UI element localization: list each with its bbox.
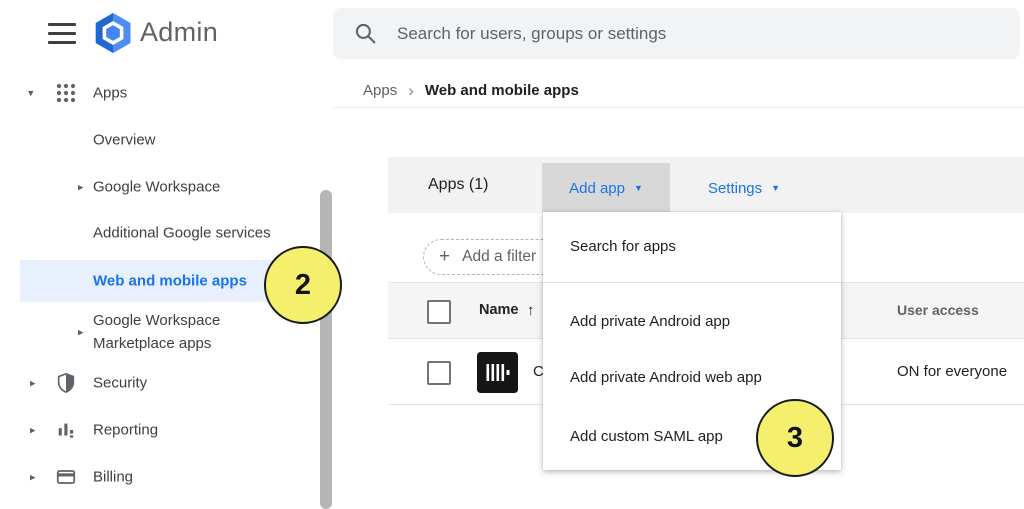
sidebar-item-label: Billing xyxy=(93,469,133,486)
sidebar-item-label: Additional Google services xyxy=(93,225,271,242)
annotation-step-2: 2 xyxy=(264,246,342,324)
caret-down-icon: ▼ xyxy=(634,183,643,193)
sidebar-item-reporting[interactable]: ▸ Reporting xyxy=(0,415,312,445)
annotation-step-3: 3 xyxy=(756,399,834,477)
user-access-column-header: User access xyxy=(897,283,979,338)
app-barcode-icon xyxy=(477,352,518,393)
sidebar-item-label: Reporting xyxy=(93,422,158,439)
chevron-right-icon: ▸ xyxy=(78,181,84,194)
sidebar-item-label: Google Workspace xyxy=(93,179,220,196)
sidebar-item-google-workspace[interactable]: ▸ Google Workspace xyxy=(0,172,312,202)
admin-logo-icon xyxy=(92,12,134,54)
row-checkbox[interactable] xyxy=(427,361,451,385)
sidebar-item-apps[interactable]: ▾ Apps xyxy=(0,78,312,108)
breadcrumb-chevron-icon: › xyxy=(408,83,414,98)
search-icon xyxy=(353,21,378,46)
product-name: Admin xyxy=(140,17,218,48)
caret-down-icon: ▼ xyxy=(771,183,780,193)
sidebar-item-label: Apps xyxy=(93,85,127,102)
sidebar-item-label: Overview xyxy=(93,132,156,149)
breadcrumb-current-page: Web and mobile apps xyxy=(425,82,579,99)
chevron-right-icon: ▸ xyxy=(30,424,36,437)
chevron-right-icon: ▸ xyxy=(78,326,84,339)
sidebar-item-overview[interactable]: Overview xyxy=(0,125,312,155)
menu-item-add-private-android-web-app[interactable]: Add private Android web app xyxy=(543,357,841,399)
shield-icon xyxy=(55,372,77,394)
bar-chart-icon xyxy=(55,419,77,441)
chevron-right-icon: ▸ xyxy=(30,471,36,484)
settings-button[interactable]: Settings ▼ xyxy=(688,163,800,213)
expand-more-icon: ▾ xyxy=(28,87,34,100)
add-app-button-label: Add app xyxy=(569,180,625,197)
search-input[interactable]: Search for users, groups or settings xyxy=(333,8,1020,59)
search-placeholder: Search for users, groups or settings xyxy=(397,8,666,59)
header-divider xyxy=(333,107,1024,108)
sidebar-item-billing[interactable]: ▸ Billing xyxy=(0,462,312,492)
sidebar-item-label: Google Workspace Marketplace apps xyxy=(93,309,278,355)
menu-item-add-private-android-app[interactable]: Add private Android app xyxy=(543,301,841,343)
sort-arrow-up-icon[interactable]: ↑ xyxy=(527,283,535,338)
apps-count-label: Apps (1) xyxy=(428,157,488,213)
name-column-header[interactable]: Name xyxy=(479,283,519,338)
sidebar-item-additional-google-services[interactable]: Additional Google services xyxy=(0,218,312,248)
breadcrumb-apps-link[interactable]: Apps xyxy=(363,82,397,99)
settings-button-label: Settings xyxy=(708,180,762,197)
sidebar-item-label: Web and mobile apps xyxy=(93,273,247,290)
menu-divider xyxy=(543,282,841,283)
sidebar-item-google-workspace-marketplace-apps[interactable]: ▸ Google Workspace Marketplace apps xyxy=(0,308,312,356)
sidebar-scrollbar[interactable] xyxy=(320,190,332,509)
select-all-checkbox[interactable] xyxy=(427,300,451,324)
plus-icon: + xyxy=(439,246,450,268)
apps-grid-icon xyxy=(55,82,77,104)
add-app-button[interactable]: Add app ▼ xyxy=(542,163,670,213)
sidebar-item-label: Security xyxy=(93,375,147,392)
breadcrumb: Apps › Web and mobile apps xyxy=(363,80,579,100)
user-access-value: ON for everyone xyxy=(897,339,1007,405)
hamburger-menu-icon[interactable] xyxy=(48,21,78,45)
credit-card-icon xyxy=(55,466,77,488)
add-filter-label: Add a filter xyxy=(462,248,536,266)
chevron-right-icon: ▸ xyxy=(30,377,36,390)
menu-item-search-for-apps[interactable]: Search for apps xyxy=(543,226,841,268)
sidebar-item-security[interactable]: ▸ Security xyxy=(0,368,312,398)
